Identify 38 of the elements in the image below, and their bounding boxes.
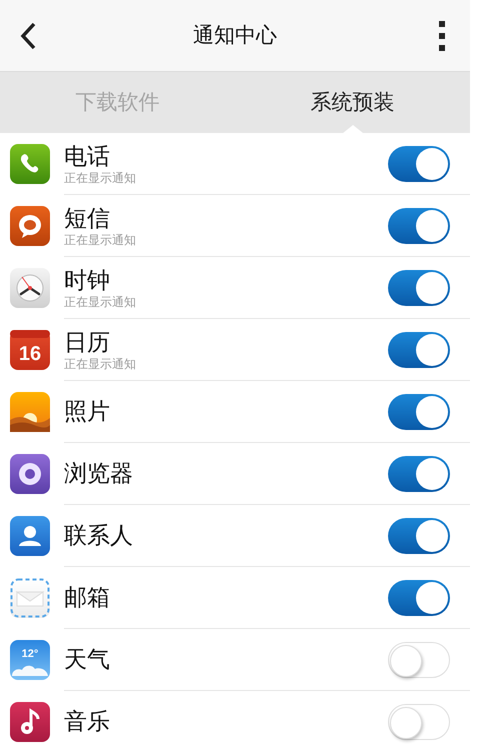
notification-status: 正在显示通知 [64,356,137,370]
app-name: 日历 [64,328,111,356]
calendar-icon: 16 [10,330,50,370]
toggle-switch[interactable] [388,208,450,244]
notification-status: 正在显示通知 [64,294,137,308]
browser-icon [10,454,50,494]
toggle-switch[interactable] [388,146,450,182]
app-name: 邮箱 [64,584,111,612]
notification-status: 正在显示通知 [64,232,137,246]
app-name: 音乐 [64,708,111,736]
phone-icon [10,144,50,184]
sunset-icon [10,392,50,432]
toggle-switch[interactable] [388,456,450,492]
toggle-switch[interactable] [388,642,450,678]
notification-status: 正在显示通知 [64,170,137,184]
toggle-switch[interactable] [388,394,450,430]
envelope-icon [10,578,50,618]
message-icon [10,206,50,246]
app-name: 短信 [64,204,111,232]
toggle-switch[interactable] [388,332,450,368]
toggle-switch[interactable] [388,518,450,554]
back-icon [19,20,37,50]
page-title: 通知中心 [193,22,277,49]
weather-icon: 12° [10,640,50,680]
more-icon [439,20,445,50]
app-name: 时钟 [64,266,111,294]
app-name: 浏览器 [64,460,134,488]
app-name: 电话 [64,142,111,170]
tab[interactable]: 系统预装 [235,72,470,133]
app-name: 联系人 [64,522,134,550]
toggle-switch[interactable] [388,580,450,616]
toggle-switch[interactable] [388,270,450,306]
clock-icon [10,268,50,308]
toggle-switch[interactable] [388,704,450,740]
app-name: 天气 [64,646,111,674]
contact-icon [10,516,50,556]
music-icon [10,702,50,742]
app-name: 照片 [64,398,111,426]
